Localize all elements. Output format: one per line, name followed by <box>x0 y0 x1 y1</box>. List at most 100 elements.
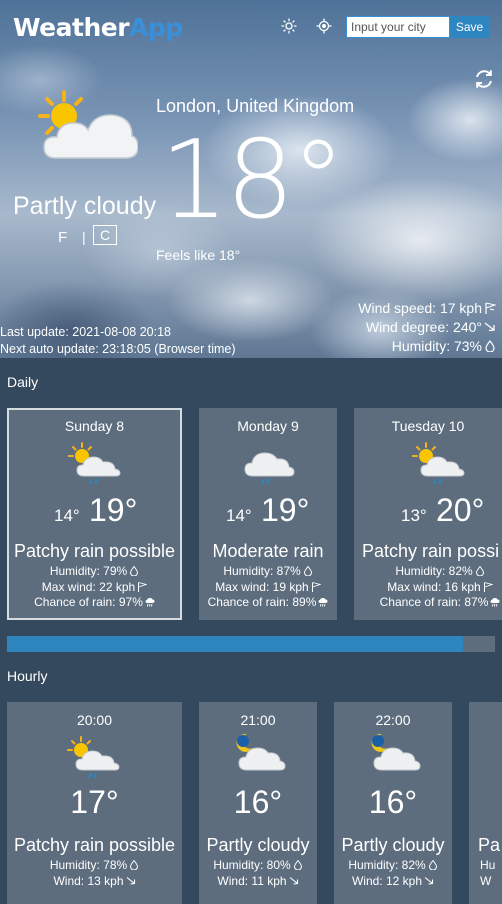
hourly-card[interactable]: 22:00 16° Partly cloudy Humidity: 82% Wi… <box>334 702 452 904</box>
hourly-card[interactable]: 21:00 16° Partly cloudy Humidity: 80% Wi… <box>199 702 317 904</box>
wind-text: Wind: 11 kph <box>217 873 287 888</box>
hour-time: 21:00 <box>240 712 276 728</box>
moon-cloud-icon <box>371 733 421 771</box>
hour-condition: Pa <box>478 835 501 855</box>
wind-direction-arrow-icon <box>484 322 495 332</box>
unit-celsius-toggle[interactable]: C <box>93 225 117 245</box>
wind-flag-icon <box>138 581 148 592</box>
hour-details: Humidity: 82% Wind: 12 kph <box>334 858 452 889</box>
sun-cloud-rain-icon <box>68 442 121 485</box>
current-condition: Partly cloudy <box>13 192 157 220</box>
max-wind-text: Max wind: 16 kph <box>387 579 481 594</box>
max-temp: 19° <box>261 492 310 528</box>
day-condition: Patchy rain possi <box>362 541 500 561</box>
app-logo[interactable]: WeatherApp <box>13 13 183 42</box>
wind-text: W <box>480 873 492 888</box>
wind-text: Wind: 13 kph <box>53 873 124 888</box>
daily-scrollbar[interactable] <box>7 636 495 652</box>
hour-condition: Patchy rain possible <box>13 835 176 855</box>
hour-details: Hu W <box>480 858 502 889</box>
daily-scrollbar-thumb[interactable] <box>7 636 464 652</box>
hour-temp: 17° <box>70 784 119 820</box>
humidity-text: Humidity: 78% <box>49 858 128 872</box>
hour-time: 22:00 <box>375 712 411 728</box>
hourly-section-label: Hourly <box>7 668 48 684</box>
day-details: Humidity: 82% Max wind: 16 kph Chance of… <box>366 564 502 611</box>
rain-cloud-icon <box>490 598 500 607</box>
update-info: Last update: 2021-08-08 20:18 Next auto … <box>0 324 236 358</box>
wind-flag-icon <box>485 302 496 314</box>
humidity-drop-icon <box>428 860 437 870</box>
rain-chance-text: Chance of rain: 87% <box>379 595 489 609</box>
daily-card[interactable]: Tuesday 10 13° 20° Patchy rain possi Hum… <box>354 408 502 620</box>
humidity-drop-icon <box>475 566 484 576</box>
cloud-rain-icon <box>244 452 295 485</box>
humidity-drop-icon <box>130 566 139 576</box>
rain-chance-text: Chance of rain: 97% <box>34 595 143 609</box>
save-button[interactable]: Save <box>450 16 489 38</box>
hour-condition: Partly cloudy <box>206 835 310 855</box>
city-input[interactable] <box>346 16 450 38</box>
current-stats: Wind speed: 17 kph Wind degree: 240° Hum… <box>358 299 496 356</box>
sun-cloud-rain-icon <box>412 442 465 485</box>
unit-separator: | <box>82 229 86 245</box>
rain-cloud-icon <box>318 598 328 607</box>
daily-card[interactable]: Sunday 8 14° 19° Patchy rain possible Hu… <box>7 408 182 620</box>
hour-time: 20:00 <box>76 712 113 728</box>
wind-degree-row: Wind degree: 240° <box>358 318 496 337</box>
max-temp: 19° <box>89 492 138 528</box>
hourly-card[interactable]: Pa Hu W <box>469 702 502 904</box>
wind-text: Wind: 12 kph <box>351 873 423 888</box>
wind-speed-row: Wind speed: 17 kph <box>358 299 496 318</box>
day-condition: Patchy rain possible <box>13 541 176 561</box>
humidity-text: Humidity: 82% <box>348 858 426 872</box>
wind-direction-arrow-icon <box>126 876 135 885</box>
day-condition: Moderate rain <box>212 541 324 561</box>
day-title: Monday 9 <box>237 418 299 434</box>
unit-fahrenheit-toggle[interactable]: F <box>58 229 67 246</box>
location-crosshair-icon[interactable] <box>316 18 332 34</box>
daily-section-label: Daily <box>7 374 39 390</box>
wind-speed-value: Wind speed: 17 kph <box>358 300 482 316</box>
day-title: Sunday 8 <box>64 418 125 434</box>
moon-cloud-icon <box>236 733 286 771</box>
humidity-text: Humidity: 82% <box>395 564 473 578</box>
day-details: Humidity: 87% Max wind: 19 kph Chance of… <box>199 564 337 611</box>
sun-icon[interactable] <box>281 18 297 34</box>
min-temp: 13° <box>401 506 427 525</box>
wind-degree-value: Wind degree: 240° <box>365 319 482 335</box>
current-temperature: 18° <box>160 118 345 243</box>
wind-flag-icon <box>483 581 493 592</box>
humidity-text: Humidity: 80% <box>213 858 291 872</box>
hour-temp: 16° <box>368 784 418 820</box>
wind-direction-arrow-icon <box>424 876 434 885</box>
hour-details: Humidity: 80% Wind: 11 kph <box>199 858 317 889</box>
day-title: Tuesday 10 <box>391 418 465 434</box>
humidity-drop-icon <box>293 860 302 870</box>
sun-cloud-rain-icon <box>67 736 120 779</box>
max-temp: 20° <box>436 492 485 528</box>
rain-cloud-icon <box>145 598 155 607</box>
min-temp: 14° <box>54 506 80 525</box>
current-weather-hero: WeatherApp Save London, United Kingdom 1… <box>0 0 502 358</box>
hour-details: Humidity: 78% Wind: 13 kph <box>7 858 182 889</box>
next-update: Next auto update: 23:18:05 (Browser time… <box>0 342 236 356</box>
humidity-drop-icon <box>303 566 312 576</box>
humidity-text: Humidity: 79% <box>49 564 128 578</box>
wind-flag-icon <box>311 581 321 592</box>
humidity-text: Hu <box>480 858 496 872</box>
refresh-icon[interactable] <box>473 68 495 90</box>
max-wind-text: Max wind: 22 kph <box>41 579 136 594</box>
min-temp: 14° <box>226 506 252 525</box>
humidity-value: Humidity: 73% <box>391 338 482 354</box>
humidity-row: Humidity: 73% <box>358 337 496 356</box>
hour-condition: Partly cloudy <box>341 835 445 855</box>
wind-direction-arrow-icon <box>289 876 298 885</box>
hourly-card[interactable]: 20:00 17° Patchy rain possible Humidity:… <box>7 702 182 904</box>
hour-temp: 16° <box>233 784 283 820</box>
max-wind-text: Max wind: 19 kph <box>215 579 309 594</box>
rain-chance-text: Chance of rain: 89% <box>207 595 317 609</box>
daily-card[interactable]: Monday 9 14° 19° Moderate rain Humidity:… <box>199 408 337 620</box>
partly-cloudy-icon <box>38 90 138 159</box>
feels-like: Feels like 18° <box>156 247 241 263</box>
